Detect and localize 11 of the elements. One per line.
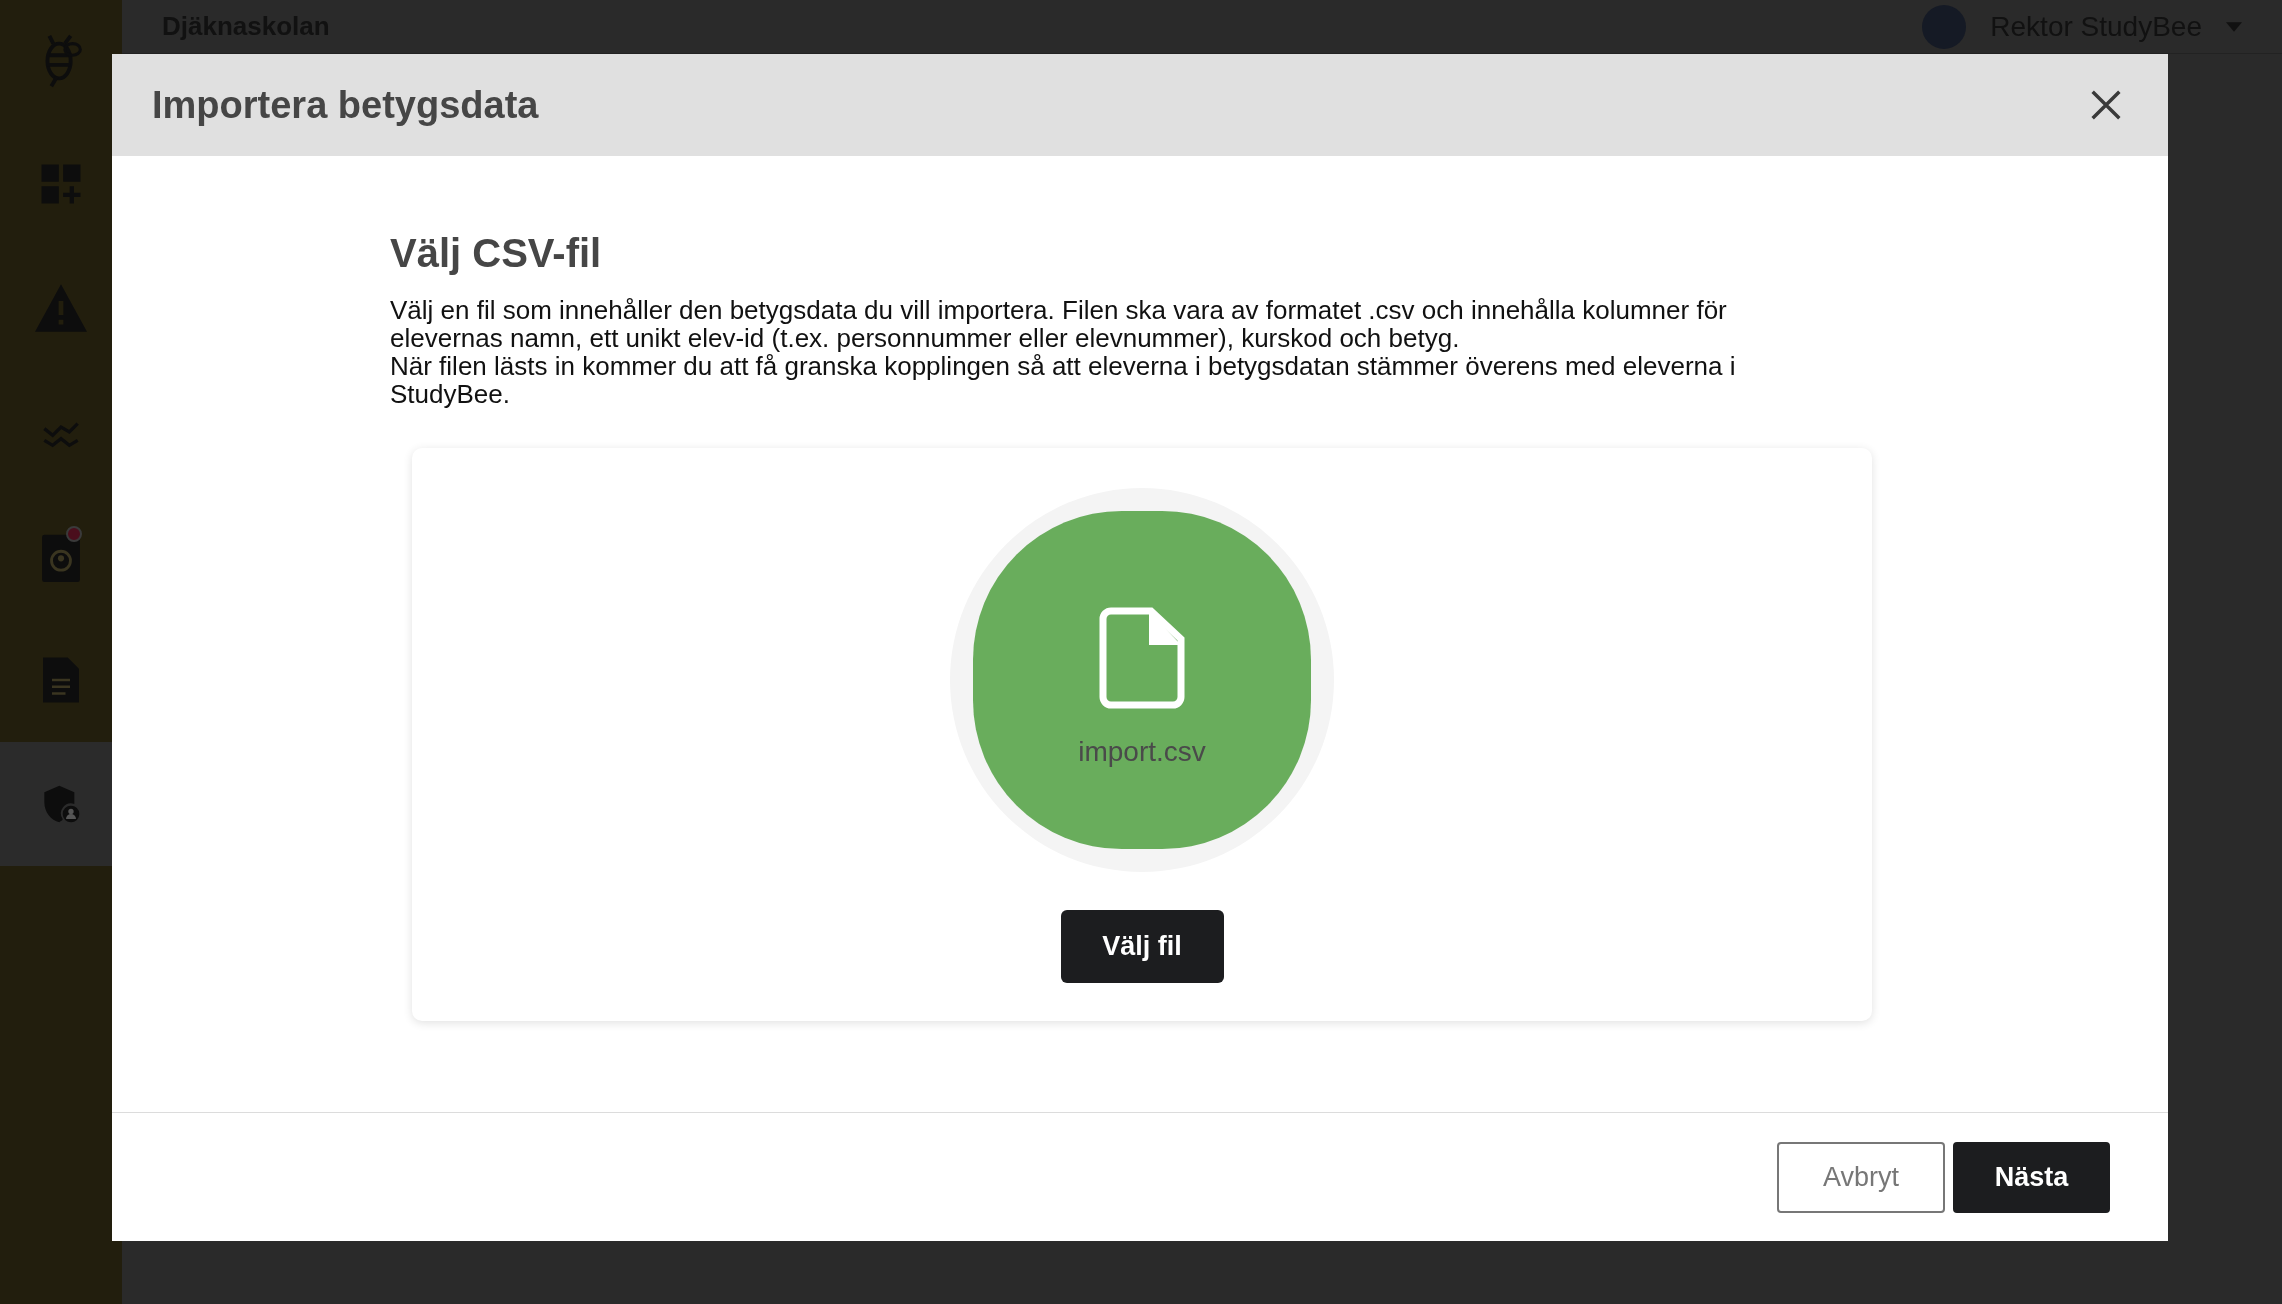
drop-zone[interactable]: import.csv: [950, 488, 1334, 872]
cancel-button[interactable]: Avbryt: [1777, 1141, 1945, 1213]
file-icon: [1099, 607, 1185, 709]
file-name: import.csv: [1078, 735, 1206, 769]
choose-file-button[interactable]: Välj fil: [1060, 910, 1224, 983]
next-button[interactable]: Nästa: [1953, 1141, 2110, 1213]
description-text: Välj en fil som innehåller den betygsdata du vill importera. Filen ska vara av formatet .csv och innehålla kolumner för elevernas namn, ett unikt elev-id (t.ex. personnummer eller elevnummer), kurskod och betyg.: [390, 296, 1728, 352]
section-heading: Välj CSV-fil: [390, 230, 603, 277]
document-icon: [43, 657, 79, 703]
dialog-title: Importera betygsdata: [152, 82, 539, 128]
description-text: När filen lästs in kommer du att få granska kopplingen så att eleverna i betygsdatan stämmer överens med eleverna i StudyBee.: [390, 352, 1737, 408]
